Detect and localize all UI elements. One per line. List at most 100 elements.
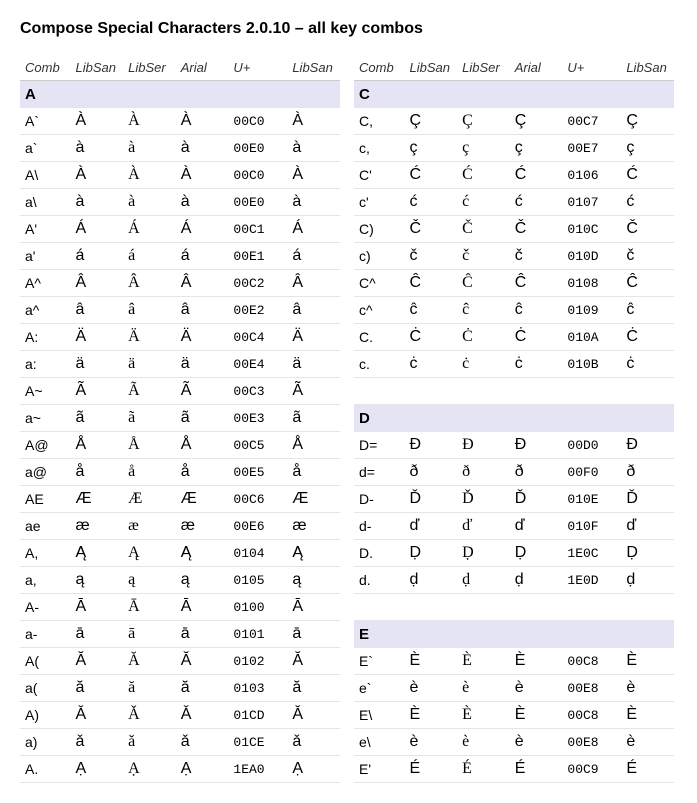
cell-libser: Ď <box>457 486 510 513</box>
table-row: C.ĊĊĊ010AĊ <box>354 324 674 351</box>
cell-arial: ą <box>176 567 229 594</box>
cell-comb: a@ <box>20 459 71 486</box>
cell-uplus: 00E6 <box>228 513 287 540</box>
cell-libser: Ĉ <box>457 270 510 297</box>
cell-libser: Á <box>123 216 176 243</box>
cell-comb: e` <box>354 675 405 702</box>
cell-libser: ă <box>123 675 176 702</box>
cell-arial: è <box>510 675 563 702</box>
section-header: E <box>354 621 674 648</box>
cell-libsan: Ā <box>71 594 124 621</box>
cell-libsan2: Č <box>621 216 674 243</box>
cell-uplus: 00E1 <box>228 243 287 270</box>
cell-uplus: 1E0C <box>562 540 621 567</box>
cell-uplus: 00E8 <box>562 729 621 756</box>
cell-comb: ae <box>20 513 71 540</box>
cell-arial: ċ <box>510 351 563 378</box>
cell-comb: A^ <box>20 270 71 297</box>
cell-libsan2: È <box>621 702 674 729</box>
cell-libsan2: ǎ <box>287 729 340 756</box>
header-row: Comb LibSan LibSer Arial U+ LibSan <box>20 54 340 81</box>
cell-libsan2: Ç <box>621 108 674 135</box>
cell-libsan2: č <box>621 243 674 270</box>
col-libser: LibSer <box>123 54 176 81</box>
cell-comb: A@ <box>20 432 71 459</box>
cell-comb: C^ <box>354 270 405 297</box>
cell-libsan2: ă <box>287 675 340 702</box>
col-comb: Comb <box>20 54 71 81</box>
cell-libsan: à <box>71 135 124 162</box>
col-uplus: U+ <box>562 54 621 81</box>
cell-libsan2: Ċ <box>621 324 674 351</box>
cell-libsan2: Ć <box>621 162 674 189</box>
table-row: AEÆÆÆ00C6Æ <box>20 486 340 513</box>
table-row: a~ããã00E3ã <box>20 405 340 432</box>
cell-libser: å <box>123 459 176 486</box>
cell-arial: À <box>176 108 229 135</box>
cell-arial: Ḍ <box>510 540 563 567</box>
cell-libsan2: Ǎ <box>287 702 340 729</box>
cell-libsan: ã <box>71 405 124 432</box>
cell-libser: Ạ <box>123 756 176 783</box>
cell-libsan: Ǎ <box>71 702 124 729</box>
cell-libsan2: ć <box>621 189 674 216</box>
cell-libser: ā <box>123 621 176 648</box>
cell-libser: Đ <box>457 432 510 459</box>
cell-libsan2: É <box>621 756 674 783</box>
cell-libsan2: ą <box>287 567 340 594</box>
cell-uplus: 010E <box>562 486 621 513</box>
cell-libser: Ä <box>123 324 176 351</box>
cell-libsan: À <box>71 108 124 135</box>
table-row: c)ččč010Dč <box>354 243 674 270</box>
cell-arial: Ä <box>176 324 229 351</box>
cell-arial: ă <box>176 675 229 702</box>
cell-libser: Å <box>123 432 176 459</box>
section-letter: E <box>354 621 405 648</box>
cell-libser: Ā <box>123 594 176 621</box>
cell-comb: C' <box>354 162 405 189</box>
cell-libser: Ḍ <box>457 540 510 567</box>
cell-uplus: 0106 <box>562 162 621 189</box>
table-row: E'ÉÉÉ00C9É <box>354 756 674 783</box>
cell-comb: D= <box>354 432 405 459</box>
cell-comb: c) <box>354 243 405 270</box>
cell-uplus: 0103 <box>228 675 287 702</box>
table-row: A\ÀÀÀ00C0À <box>20 162 340 189</box>
cell-libser: ä <box>123 351 176 378</box>
cell-libsan2: ċ <box>621 351 674 378</box>
table-row: d.ḍḍḍ1E0Dḍ <box>354 567 674 594</box>
cell-libsan2: å <box>287 459 340 486</box>
cell-libsan2: Ã <box>287 378 340 405</box>
section-header: A <box>20 81 340 108</box>
cell-comb: A- <box>20 594 71 621</box>
cell-arial: Ç <box>510 108 563 135</box>
cell-arial: Č <box>510 216 563 243</box>
cell-libser: Ċ <box>457 324 510 351</box>
cell-libsan: ǎ <box>71 729 124 756</box>
cell-comb: d. <box>354 567 405 594</box>
cell-uplus: 00C3 <box>228 378 287 405</box>
cell-libsan: Ċ <box>405 324 458 351</box>
cell-arial: á <box>176 243 229 270</box>
cell-uplus: 00E7 <box>562 135 621 162</box>
table-row: d-ďďď010Fď <box>354 513 674 540</box>
cell-comb: A) <box>20 702 71 729</box>
cell-uplus: 0100 <box>228 594 287 621</box>
cell-uplus: 00C0 <box>228 108 287 135</box>
cell-uplus: 00C0 <box>228 162 287 189</box>
table-row: d=ððð00F0ð <box>354 459 674 486</box>
cell-uplus: 00E5 <box>228 459 287 486</box>
cell-comb: D- <box>354 486 405 513</box>
cell-arial: Ã <box>176 378 229 405</box>
cell-arial: Ć <box>510 162 563 189</box>
cell-libsan2: À <box>287 108 340 135</box>
cell-comb: a~ <box>20 405 71 432</box>
cell-comb: A' <box>20 216 71 243</box>
cell-libser: ć <box>457 189 510 216</box>
cell-libsan: Å <box>71 432 124 459</box>
table-row: a-āāā0101ā <box>20 621 340 648</box>
cell-libsan2: æ <box>287 513 340 540</box>
cell-uplus: 00E2 <box>228 297 287 324</box>
cell-libsan: å <box>71 459 124 486</box>
cell-libsan: ç <box>405 135 458 162</box>
